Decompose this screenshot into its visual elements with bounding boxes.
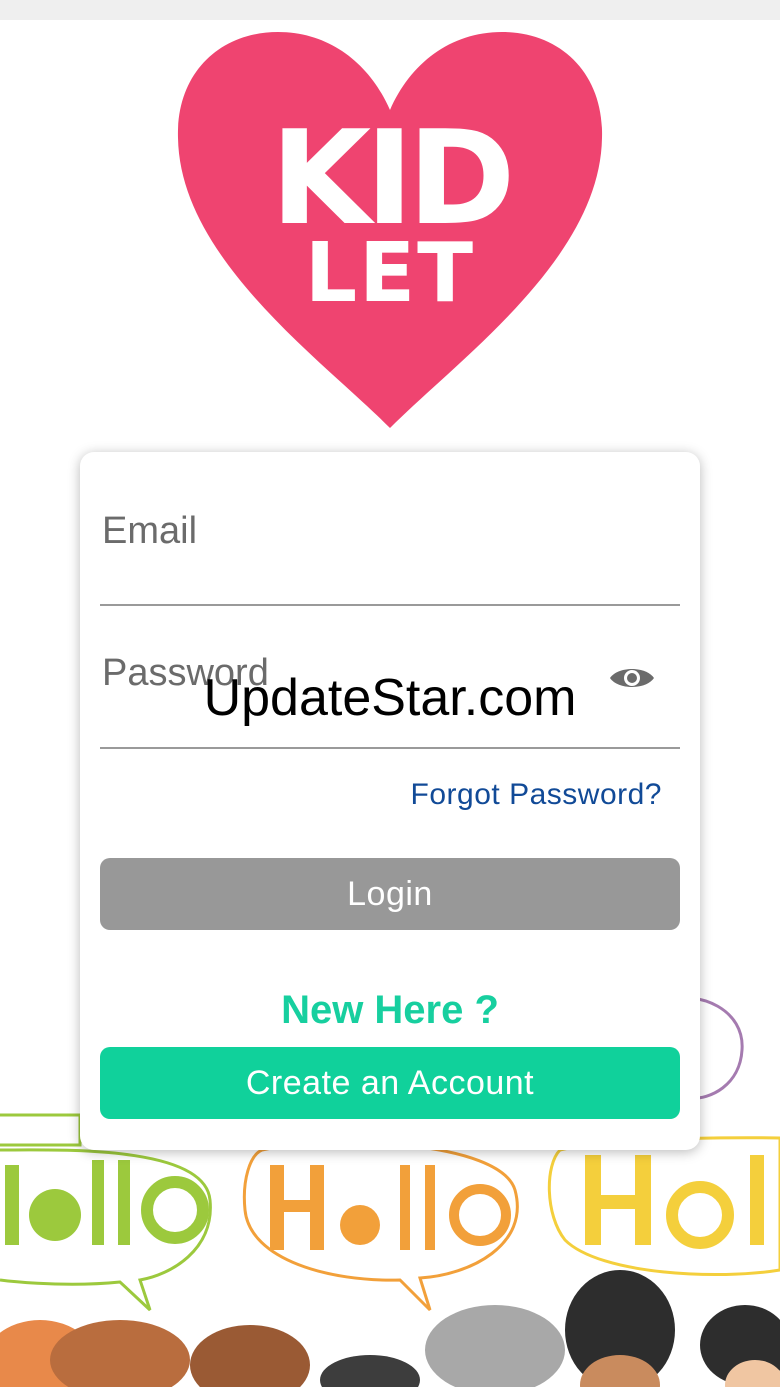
kidlet-logo: KID LET bbox=[170, 28, 610, 433]
status-bar bbox=[0, 0, 780, 20]
email-input[interactable]: Email bbox=[102, 510, 197, 553]
create-account-button[interactable]: Create an Account bbox=[100, 1047, 680, 1119]
login-button[interactable]: Login bbox=[100, 858, 680, 930]
login-card: Email Password Forgot Password? Login Ne… bbox=[80, 452, 700, 1150]
logo-text-let: LET bbox=[304, 226, 476, 321]
password-underline bbox=[100, 747, 680, 749]
logo-text-kid: KID bbox=[270, 102, 515, 254]
watermark: UpdateStar.com bbox=[203, 669, 577, 727]
forgot-password-link[interactable]: Forgot Password? bbox=[411, 778, 662, 812]
email-underline bbox=[100, 604, 680, 606]
new-here-text: New Here ? bbox=[281, 988, 499, 1032]
